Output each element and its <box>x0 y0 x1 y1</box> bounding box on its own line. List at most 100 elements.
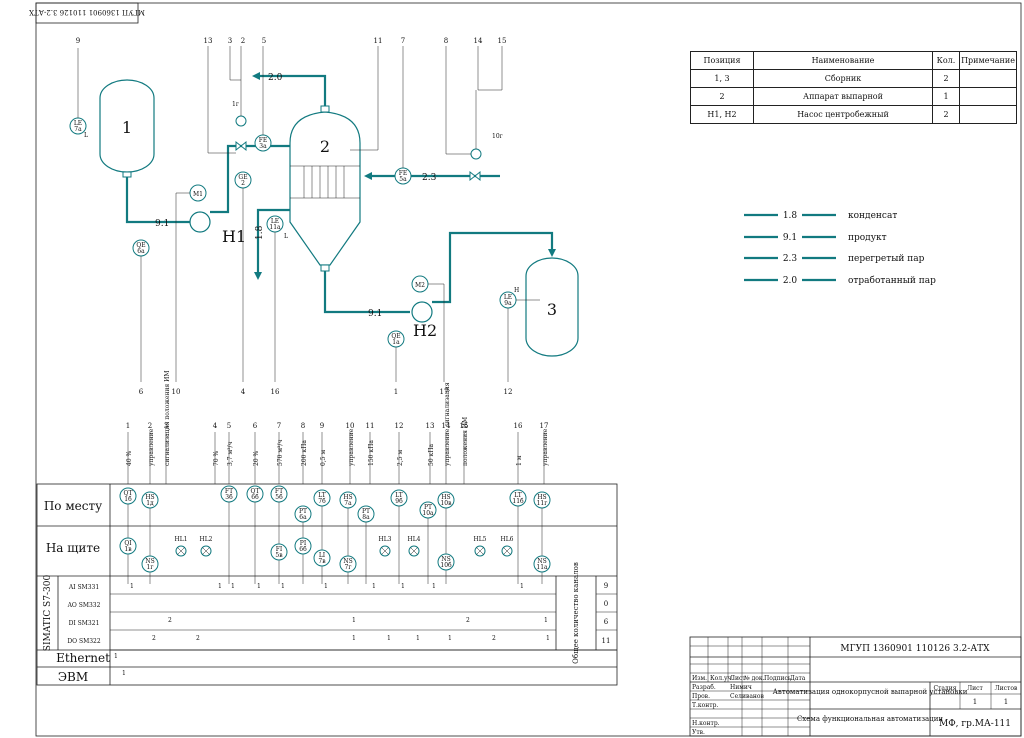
mark-l1: L <box>84 132 88 139</box>
loop-desc: 40 % <box>126 450 133 466</box>
svg-text:перегретый пар: перегретый пар <box>848 254 925 264</box>
row-panel: На щите <box>46 541 100 555</box>
svg-text:7: 7 <box>401 37 405 45</box>
svg-text:HL5: HL5 <box>473 536 486 543</box>
svg-text:11б: 11б <box>512 498 524 505</box>
svg-text:4: 4 <box>241 388 246 396</box>
channel-mark: 1 <box>130 583 134 590</box>
loop-column-headers: 140 %2управление3сигнализация положения … <box>126 371 549 484</box>
svg-text:1б: 1б <box>124 496 132 503</box>
loop-desc: управление сигнализация <box>444 382 451 466</box>
svg-text:14: 14 <box>474 37 483 45</box>
evaporator-2-label: 2 <box>320 137 330 156</box>
loop-number: 8 <box>301 422 305 430</box>
svg-text:Утв.: Утв. <box>692 729 705 736</box>
svg-text:10: 10 <box>172 388 181 396</box>
channel-mark: 2 <box>492 635 496 642</box>
title-code: МГУП 1360901 110126 3.2-АТХ <box>840 644 990 654</box>
svg-text:AI SM331: AI SM331 <box>68 584 99 591</box>
table-row: 1, 3 Сборник 2 <box>690 69 1017 88</box>
channel-mark: 2 <box>152 635 156 642</box>
svg-text:10б: 10б <box>440 562 452 569</box>
svg-text:Селиванов: Селиванов <box>730 693 765 700</box>
svg-text:Пров.: Пров. <box>692 693 710 700</box>
svg-text:11: 11 <box>602 637 611 645</box>
top-stamp: МГУП 1360901 110126 3.2-АТХ <box>29 8 145 16</box>
svg-text:11г: 11г <box>537 500 548 507</box>
mark-l2: L <box>284 233 288 240</box>
pipe-legend: 1.8 конденсат 9.1 продукт 2.3 перегретый… <box>744 211 936 286</box>
svg-text:HL4: HL4 <box>407 536 420 543</box>
table-row: Н1, Н2 Насос центробежный 2 <box>690 105 1017 124</box>
svg-text:3: 3 <box>228 37 232 45</box>
svg-text:1д: 1д <box>146 500 154 507</box>
svg-text:7г: 7г <box>345 564 352 571</box>
dev-m2: M2 <box>415 282 425 289</box>
svg-text:2: 2 <box>241 37 245 45</box>
svg-text:10в: 10в <box>440 500 452 507</box>
loop-desc: 0,5 м <box>320 450 327 466</box>
channel-mark: 1 <box>546 635 550 642</box>
loop-number: 6 <box>253 422 258 430</box>
loop-desc: 20 % <box>253 450 260 466</box>
label-2-3: 2.3 <box>422 173 437 183</box>
svg-text:3а: 3а <box>259 143 267 150</box>
vessel-3-label: 3 <box>547 300 557 319</box>
loop-desc: управление <box>348 428 355 466</box>
channel-mark: 1 <box>281 583 285 590</box>
svg-text:Дата: Дата <box>790 675 806 682</box>
svg-text:1г: 1г <box>147 564 154 571</box>
evm-label: ЭВМ <box>58 670 88 684</box>
svg-text:6а: 6а <box>299 514 307 521</box>
svg-text:DI SM321: DI SM321 <box>69 620 100 627</box>
title-org: МФ, гр.МА-111 <box>939 719 1011 729</box>
svg-text:6б: 6б <box>251 494 259 501</box>
svg-text:7б: 7б <box>318 498 326 505</box>
svg-text:0: 0 <box>604 600 608 608</box>
svg-text:Разраб.: Разраб. <box>692 684 716 691</box>
svg-text:7а: 7а <box>344 500 352 507</box>
loop-desc: 2,5 м <box>397 450 404 466</box>
loop-desc: управление <box>542 428 549 466</box>
svg-text:9б: 9б <box>395 498 403 505</box>
loop-number: 7 <box>277 422 281 430</box>
svg-text:10а: 10а <box>422 510 434 517</box>
loop-number: 4 <box>213 422 218 430</box>
table-row: 2 Аппарат выпарной 1 <box>690 87 1017 106</box>
svg-text:1: 1 <box>1004 698 1008 706</box>
svg-text:5б: 5б <box>275 494 283 501</box>
svg-text:7в: 7в <box>318 558 326 565</box>
pipe-9-1-b <box>323 271 410 314</box>
row-local: По месту <box>44 499 102 513</box>
svg-text:12: 12 <box>504 388 513 396</box>
loop-desc: 50 кПа <box>428 443 435 466</box>
loop-number: 12 <box>395 422 404 430</box>
svg-text:2.3: 2.3 <box>783 254 798 264</box>
channel-mark: 1 <box>416 635 420 642</box>
title-sheet-name: Схема функциональная автоматизации <box>797 715 943 723</box>
channel-mark: 1 <box>122 670 126 677</box>
loop-desc: управление <box>148 428 155 466</box>
svg-text:8: 8 <box>444 37 448 45</box>
loop-desc: 70 % <box>213 450 220 466</box>
loop-number: 16 <box>514 422 523 430</box>
dev-10r: 10г <box>492 133 503 140</box>
svg-text:Подпись: Подпись <box>764 675 792 682</box>
svg-text:16: 16 <box>271 388 280 396</box>
svg-text:9: 9 <box>76 37 80 45</box>
svg-text:2: 2 <box>241 180 245 187</box>
svg-text:№ док.: № док. <box>744 675 765 682</box>
svg-text:15: 15 <box>498 37 507 45</box>
channel-mark: 1 <box>387 635 391 642</box>
vessel-1-label: 1 <box>122 118 132 137</box>
svg-text:DO SM322: DO SM322 <box>67 638 101 645</box>
loop-desc: 150 кПа <box>368 440 375 466</box>
dev-1r: 1г <box>232 101 239 108</box>
svg-text:Т.контр.: Т.контр. <box>692 702 718 709</box>
svg-text:11а: 11а <box>536 564 548 571</box>
channel-mark: 1 <box>218 583 222 590</box>
loop-number: 13 <box>426 422 435 430</box>
svg-text:11а: 11а <box>269 224 281 231</box>
svg-text:6а: 6а <box>137 248 145 255</box>
evaporator-2 <box>289 111 361 266</box>
